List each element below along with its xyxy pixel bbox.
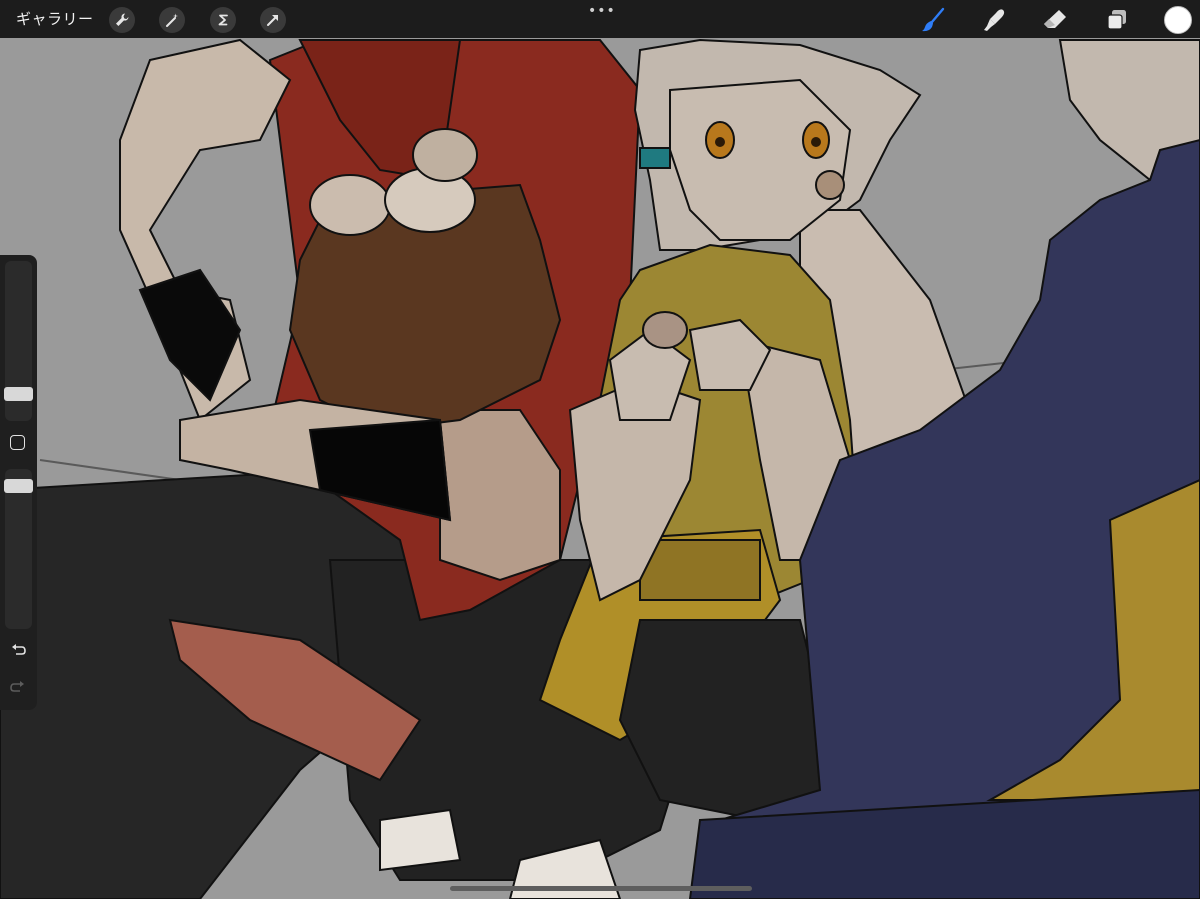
drawing-canvas[interactable] bbox=[0, 0, 1200, 899]
transform-arrow-icon[interactable] bbox=[260, 7, 286, 33]
magic-wand-icon[interactable] bbox=[159, 7, 185, 33]
wrench-icon[interactable] bbox=[109, 7, 135, 33]
gallery-button[interactable]: ギャラリー bbox=[16, 8, 94, 30]
undo-icon[interactable] bbox=[8, 640, 28, 660]
opacity-handle[interactable] bbox=[4, 479, 33, 493]
eraser-icon[interactable] bbox=[1041, 6, 1069, 34]
sidebar bbox=[0, 255, 37, 710]
brush-size-handle[interactable] bbox=[4, 387, 33, 401]
modify-button[interactable] bbox=[10, 435, 25, 450]
home-indicator[interactable] bbox=[450, 886, 752, 891]
color-swatch[interactable] bbox=[1164, 6, 1192, 34]
selection-s-icon[interactable] bbox=[210, 7, 236, 33]
opacity-slider[interactable] bbox=[5, 469, 32, 629]
artwork bbox=[0, 0, 1200, 899]
brush-icon[interactable] bbox=[919, 6, 947, 34]
smudge-icon[interactable] bbox=[980, 6, 1008, 34]
layers-icon[interactable] bbox=[1103, 6, 1131, 34]
more-options-icon[interactable]: ••• bbox=[588, 4, 616, 18]
redo-icon bbox=[8, 677, 28, 697]
top-toolbar: ギャラリー ••• bbox=[0, 0, 1200, 38]
